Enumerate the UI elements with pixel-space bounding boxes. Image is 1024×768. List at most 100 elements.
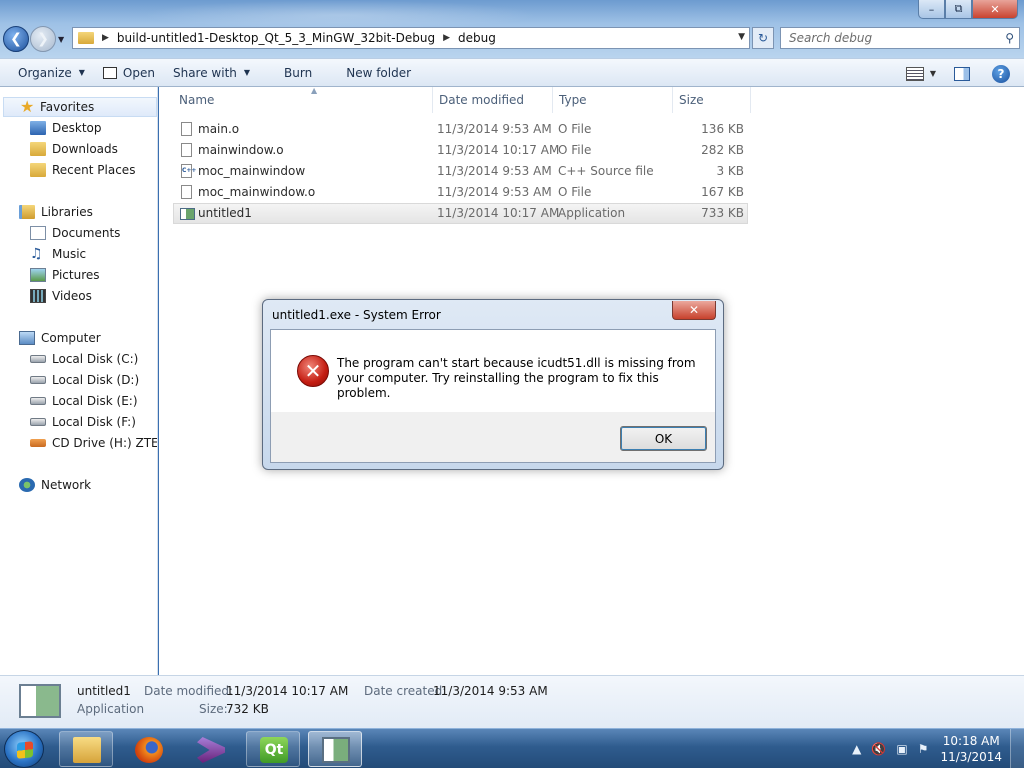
burn-button[interactable]: Burn: [275, 58, 321, 87]
navigation-pane: ★ Favorites Desktop Downloads Recent Pla…: [0, 87, 158, 675]
open-button[interactable]: Open: [94, 58, 164, 87]
nav-pictures[interactable]: Pictures: [30, 265, 100, 285]
minimize-button[interactable]: –: [918, 0, 945, 19]
help-icon[interactable]: ?: [992, 64, 1010, 83]
file-date: 11/3/2014 10:17 AM: [437, 143, 560, 157]
close-window-button[interactable]: ✕: [972, 0, 1018, 19]
search-icon[interactable]: ⚲: [1005, 31, 1014, 45]
preview-pane-icon[interactable]: [954, 66, 970, 81]
search-box[interactable]: ⚲: [780, 27, 1020, 49]
file-type: C++ Source file: [558, 164, 654, 178]
cpp-source-icon: C++: [181, 164, 196, 178]
column-header-type[interactable]: Type: [553, 87, 673, 113]
file-row-selected[interactable]: untitled1 11/3/2014 10:17 AM Application…: [173, 203, 748, 224]
documents-icon: [30, 226, 46, 240]
start-button[interactable]: [4, 730, 44, 768]
organize-menu[interactable]: Organize ▼: [9, 58, 94, 87]
taskbar: Qt ▲ 🔇 ▣ ⚑ 10:18 AM 11/3/2014: [0, 728, 1024, 768]
file-row[interactable]: C++ moc_mainwindow 11/3/2014 9:53 AM C++…: [173, 161, 748, 182]
details-file-name: untitled1: [77, 684, 131, 698]
nav-cd-drive[interactable]: CD Drive (H:) ZTEMO: [30, 433, 157, 453]
application-icon: [322, 737, 350, 763]
nav-disk-d[interactable]: Local Disk (D:): [30, 370, 139, 390]
show-desktop-button[interactable]: [1010, 729, 1024, 768]
new-folder-button[interactable]: New folder: [337, 58, 420, 87]
taskbar-visual-studio[interactable]: [183, 731, 237, 767]
file-size: 167 KB: [701, 185, 744, 199]
nav-recent-places[interactable]: Recent Places: [30, 160, 135, 180]
refresh-button[interactable]: ↻: [752, 27, 774, 49]
folder-icon: [78, 32, 94, 44]
file-name: untitled1: [198, 206, 252, 220]
clock-date: 11/3/2014: [940, 750, 1002, 764]
nav-label: Libraries: [41, 205, 93, 219]
taskbar-untitled1[interactable]: [308, 731, 362, 767]
file-row[interactable]: moc_mainwindow.o 11/3/2014 9:53 AM O Fil…: [173, 182, 748, 203]
nav-label: Documents: [52, 226, 121, 240]
ok-button[interactable]: OK: [620, 426, 707, 451]
column-header-size[interactable]: Size: [673, 87, 751, 113]
nav-disk-f[interactable]: Local Disk (F:): [30, 412, 136, 432]
command-bar: Organize ▼ Open Share with ▼ Burn New fo…: [0, 58, 1024, 87]
hard-disk-icon: [30, 397, 46, 405]
nav-label: Pictures: [52, 268, 100, 282]
network-icon: [19, 478, 35, 492]
nav-disk-c[interactable]: Local Disk (C:): [30, 349, 138, 369]
nav-label: Local Disk (F:): [52, 415, 136, 429]
chevron-down-icon[interactable]: ▼: [930, 69, 936, 78]
column-label: Name: [179, 93, 215, 107]
volume-muted-icon[interactable]: 🔇: [871, 742, 886, 756]
chevron-down-icon[interactable]: ▼: [738, 32, 745, 42]
file-date: 11/3/2014 9:53 AM: [437, 164, 552, 178]
hard-disk-icon: [30, 355, 46, 363]
file-type: O File: [558, 122, 592, 136]
taskbar-explorer[interactable]: [59, 731, 113, 767]
network-status-icon[interactable]: ▣: [896, 742, 907, 756]
search-input[interactable]: [789, 31, 989, 45]
nav-documents[interactable]: Documents: [30, 223, 120, 243]
column-header-name[interactable]: Name ▲: [173, 86, 433, 113]
nav-libraries[interactable]: Libraries: [19, 202, 93, 222]
share-with-menu[interactable]: Share with ▼: [164, 58, 259, 87]
nav-disk-e[interactable]: Local Disk (E:): [30, 391, 138, 411]
dialog-close-button[interactable]: ✕: [672, 301, 716, 320]
music-note-icon: ♫: [30, 246, 43, 262]
open-label: Open: [122, 65, 155, 80]
downloads-folder-icon: [30, 142, 46, 156]
nav-computer[interactable]: Computer: [19, 328, 101, 348]
show-hidden-icons-icon[interactable]: ▲: [852, 742, 861, 756]
nav-videos[interactable]: Videos: [30, 286, 92, 306]
maximize-button[interactable]: ⧉: [945, 0, 972, 19]
taskbar-firefox[interactable]: [121, 731, 175, 767]
address-bar[interactable]: ▶ build-untitled1-Desktop_Qt_5_3_MinGW_3…: [72, 27, 750, 49]
nav-music[interactable]: ♫ Music: [30, 244, 86, 264]
dialog-message-area: ✕ The program can't start because icudt5…: [271, 330, 715, 412]
folder-icon: [73, 737, 101, 763]
column-label: Size: [679, 93, 704, 107]
clock[interactable]: 10:18 AM 11/3/2014: [940, 733, 1002, 765]
nav-desktop[interactable]: Desktop: [30, 118, 102, 138]
breadcrumb-debug-folder[interactable]: debug: [458, 31, 496, 45]
visual-studio-icon: [197, 737, 225, 763]
nav-downloads[interactable]: Downloads: [30, 139, 118, 159]
nav-network[interactable]: Network: [19, 475, 91, 495]
star-icon: ★: [20, 97, 35, 116]
views-icon[interactable]: [905, 66, 924, 81]
desktop-icon: [30, 121, 46, 135]
nav-favorites[interactable]: ★ Favorites: [3, 97, 157, 117]
breadcrumb-build-folder[interactable]: build-untitled1-Desktop_Qt_5_3_MinGW_32b…: [117, 31, 435, 45]
chevron-right-icon[interactable]: ▶: [443, 33, 450, 43]
recent-pages-dropdown[interactable]: ▼: [58, 35, 64, 44]
chevron-right-icon[interactable]: ▶: [102, 33, 109, 43]
action-center-flag-icon[interactable]: ⚑: [918, 742, 929, 756]
nav-label: Music: [52, 247, 87, 261]
taskbar-qt-creator[interactable]: Qt: [246, 731, 300, 767]
details-pane: untitled1 Application Date modified: 11/…: [0, 675, 1024, 728]
file-row[interactable]: mainwindow.o 11/3/2014 10:17 AM O File 2…: [173, 140, 748, 161]
column-header-date-modified[interactable]: Date modified: [433, 87, 553, 113]
file-row[interactable]: main.o 11/3/2014 9:53 AM O File 136 KB: [173, 119, 748, 140]
file-date: 11/3/2014 9:53 AM: [437, 185, 552, 199]
forward-button[interactable]: ❯: [30, 26, 56, 52]
window-controls: – ⧉ ✕: [918, 0, 1018, 19]
back-button[interactable]: ❮: [3, 26, 29, 52]
